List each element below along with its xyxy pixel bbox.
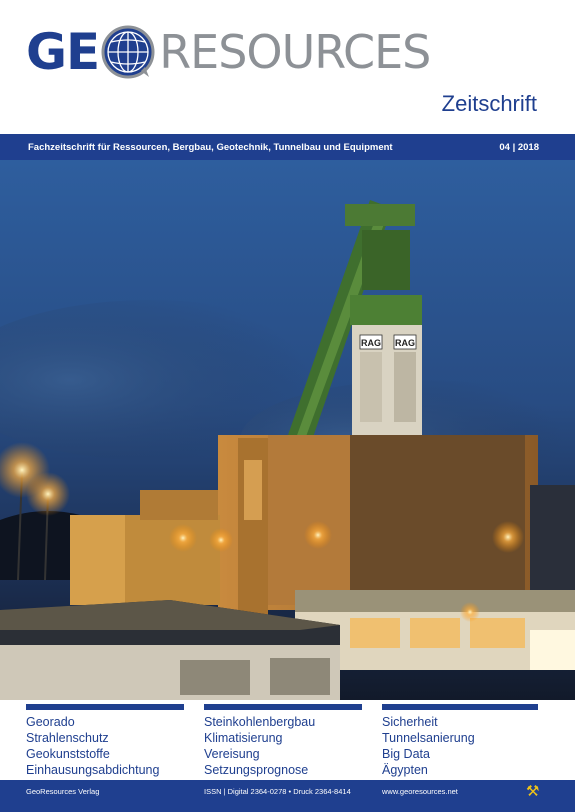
georesources-logo: GE RESOURCES [26,22,431,82]
publication-subtitle: Zeitschrift [441,91,537,116]
topic-item: Tunnelsanierung [382,731,475,745]
topic-item: Einhausungsabdichtung [26,763,160,777]
topic-item: Geokunststoffe [26,747,110,761]
topic-item: Ägypten [382,763,428,777]
tagline-banner: Fachzeitschrift für Ressourcen, Bergbau,… [0,134,575,160]
topic-column-3: Sicherheit Tunnelsanierung Big Data Ägyp… [382,700,538,778]
topic-column-2: Steinkohlenbergbau Klimatisierung Vereis… [204,700,362,778]
logo-text-resources: RESOURCES [159,25,431,79]
topic-item: Vereisung [204,747,260,761]
topics-section: Georado Strahlenschutz Geokunststoffe Ei… [0,700,575,780]
globe-icon [101,25,155,79]
topic-item: Setzungsprognose [204,763,309,777]
rag-sign-left: RAG [361,338,381,348]
topic-item: Steinkohlenbergbau [204,715,316,729]
topic-item: Sicherheit [382,715,438,729]
topic-item: Big Data [382,747,430,761]
topic-column-1: Georado Strahlenschutz Geokunststoffe Ei… [26,700,184,778]
website-link[interactable]: www.georesources.net [382,787,458,796]
topic-column-bar [382,704,538,710]
issn-info: ISSN | Digital 2364-0278 • Druck 2364-84… [204,787,351,796]
logo-text-ge: GE [26,23,100,81]
cover-photo: RAG RAG [0,160,575,700]
issue-number: 04 | 2018 [499,141,539,153]
topic-item: Georado [26,715,75,729]
masthead: GE RESOURCES Zeitschrift [0,0,575,134]
topic-column-bar [26,704,184,710]
topic-item: Klimatisierung [204,731,283,745]
footer-bar: GeoResources Verlag ISSN | Digital 2364-… [0,780,575,812]
topic-item: Strahlenschutz [26,731,109,745]
topic-column-bar [204,704,362,710]
tagline: Fachzeitschrift für Ressourcen, Bergbau,… [28,141,393,153]
hammer-pick-icon: ⚒ [526,783,540,800]
publisher-name: GeoResources Verlag [26,787,100,796]
rag-sign-right: RAG [395,338,415,348]
